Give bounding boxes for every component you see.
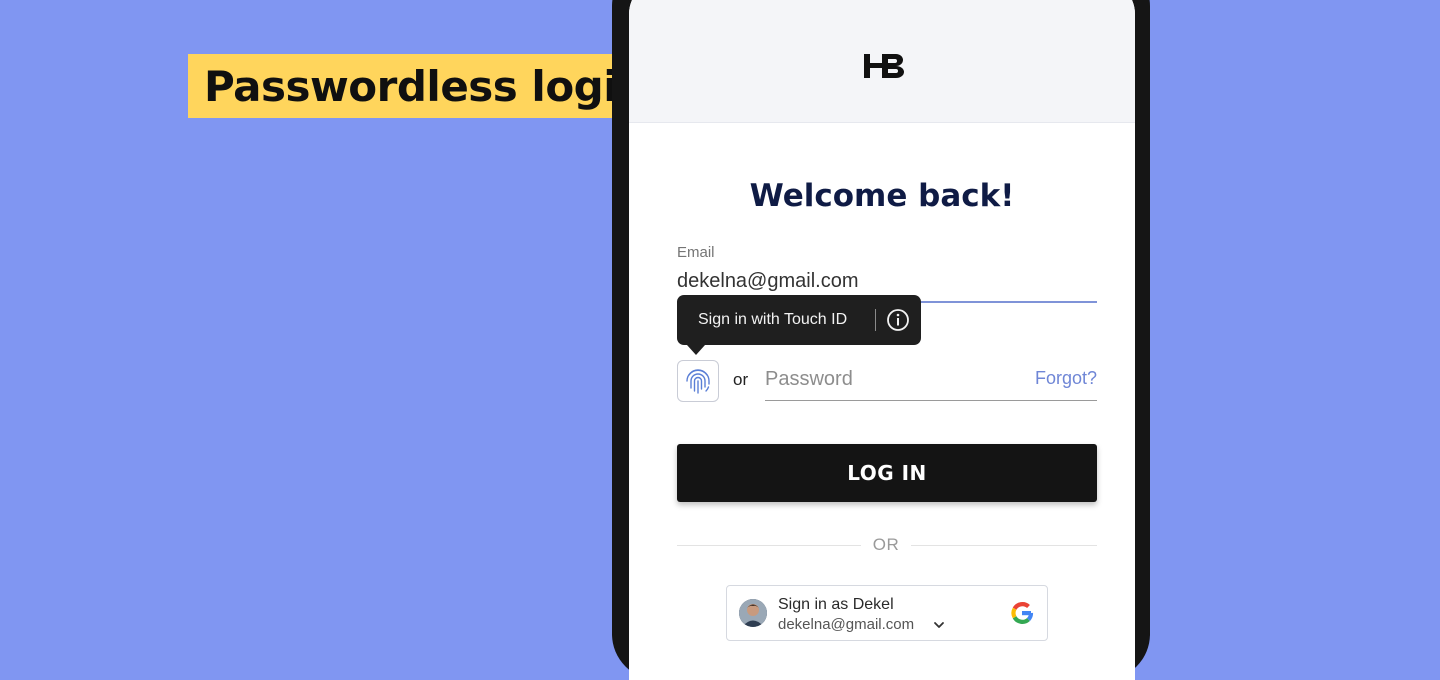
tooltip-text: Sign in with Touch ID (698, 311, 848, 328)
google-icon (1011, 602, 1034, 624)
promo-banner: Passwordless login (188, 54, 651, 118)
divider-line-right (911, 545, 1097, 546)
google-account-email: dekelna@gmail.com (778, 616, 915, 633)
touch-id-tooltip: Sign in with Touch ID (677, 295, 921, 345)
email-field[interactable]: dekelna@gmail.com (677, 270, 859, 293)
avatar (739, 599, 767, 627)
app-header (629, 0, 1135, 123)
or-divider-text: OR (872, 535, 900, 554)
hb-logo-icon (864, 54, 904, 78)
password-input[interactable] (765, 364, 1025, 394)
google-account-name: Sign in as Dekel (778, 596, 894, 613)
chevron-down-icon[interactable] (933, 619, 945, 631)
tooltip-divider (875, 309, 876, 331)
email-label: Email (677, 244, 715, 261)
promo-banner-text: Passwordless login (204, 61, 647, 111)
info-icon[interactable] (886, 308, 910, 332)
tooltip-arrow (687, 345, 705, 355)
password-underline (765, 400, 1097, 401)
or-inline-text: or (733, 370, 749, 389)
phone-screen: Welcome back! Email dekelna@gmail.com Si… (629, 0, 1135, 680)
page-title: Welcome back! (749, 178, 1015, 214)
forgot-password-link[interactable]: Forgot? (1029, 368, 1097, 389)
touch-id-button[interactable] (677, 360, 719, 402)
divider-line-left (677, 545, 861, 546)
login-button[interactable]: LOG IN (677, 444, 1097, 502)
google-sign-in-button[interactable]: Sign in as Dekel dekelna@gmail.com (726, 585, 1048, 641)
fingerprint-icon (686, 369, 710, 394)
